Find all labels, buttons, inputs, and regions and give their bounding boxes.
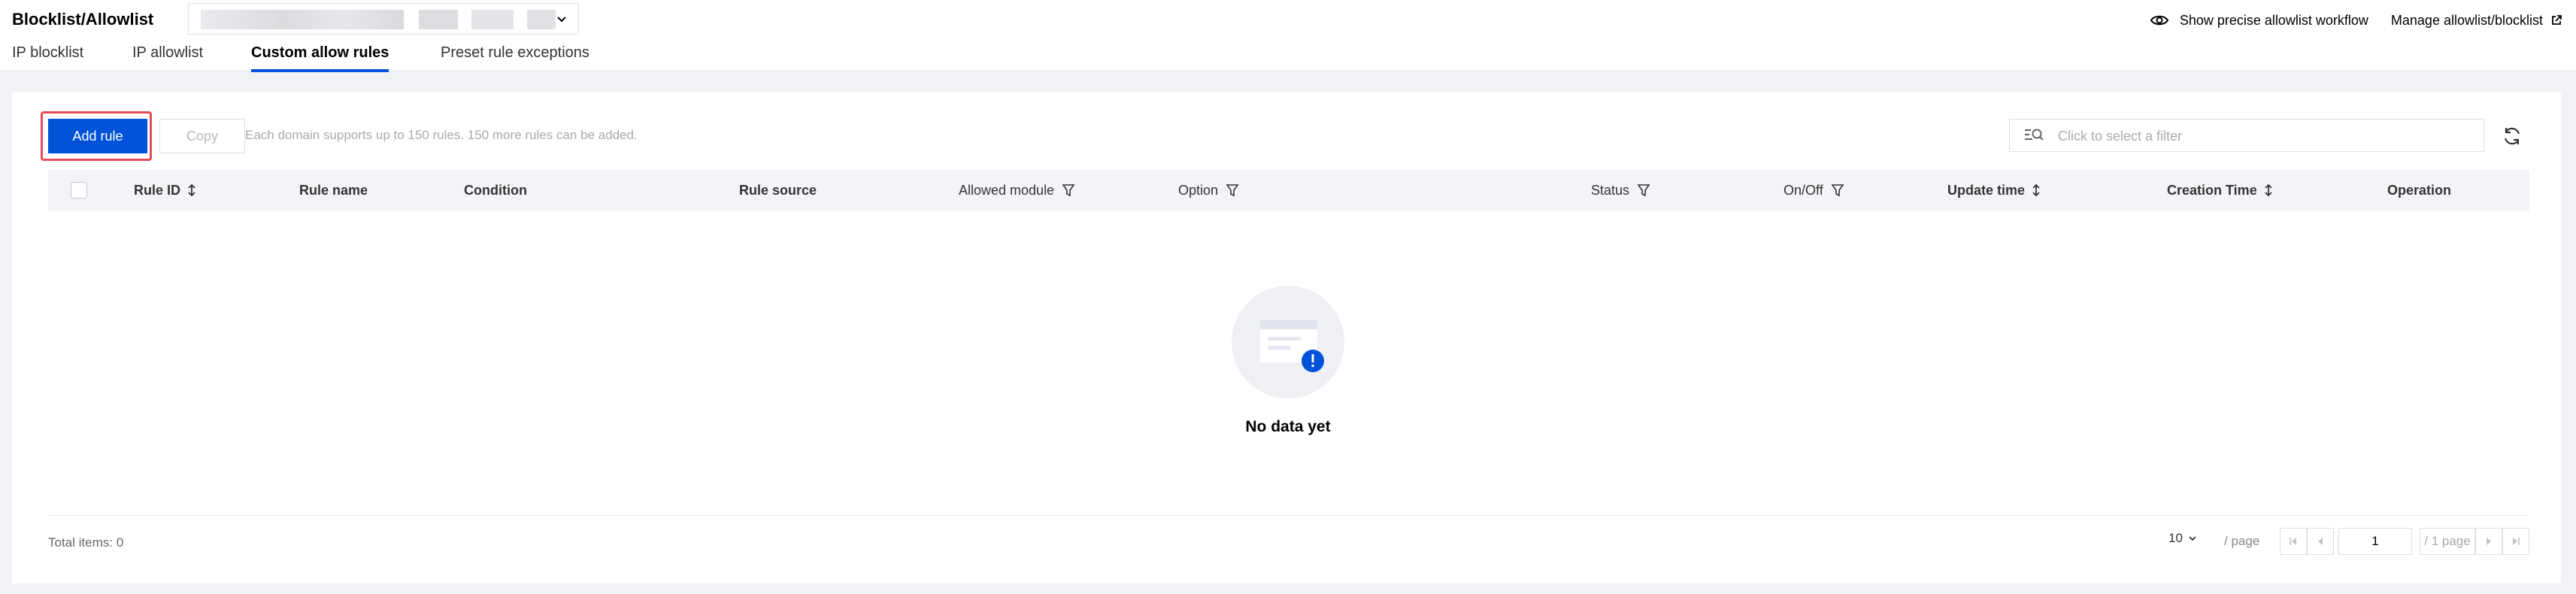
- chevron-down-icon: [2189, 536, 2196, 541]
- tab-custom-allow-rules[interactable]: Custom allow rules: [251, 42, 389, 72]
- manage-allowlist-label: Manage allowlist/blocklist: [2390, 12, 2543, 28]
- chevron-down-icon: [557, 17, 566, 23]
- rules-card: Add rule Copy Each domain supports up to…: [12, 92, 2561, 583]
- filter-icon: [1637, 184, 1650, 197]
- column-label: Operation: [2387, 182, 2452, 198]
- filter-icon: [1062, 184, 1075, 197]
- page-size-value: 10: [2168, 531, 2183, 545]
- table-divider: [48, 515, 2529, 516]
- empty-document-icon: [1260, 320, 1324, 372]
- column-label: Condition: [464, 182, 527, 198]
- last-page-button[interactable]: [2502, 528, 2529, 555]
- sort-icon: [2032, 183, 2040, 197]
- external-link-icon: [2552, 15, 2562, 25]
- column-allowed-module[interactable]: Allowed module: [959, 170, 1075, 211]
- filter-icon: [1831, 184, 1844, 197]
- domain-selector[interactable]: [188, 3, 579, 35]
- filter-search-icon: [2025, 129, 2044, 141]
- page-title: Blocklist/Allowlist: [12, 10, 154, 29]
- column-label: On/Off: [1784, 182, 1823, 198]
- prev-page-button[interactable]: [2307, 528, 2334, 555]
- table-header: Rule ID Rule name Condition Rule source …: [48, 170, 2529, 211]
- column-label: Option: [1178, 182, 1219, 198]
- first-page-button[interactable]: [2280, 528, 2307, 555]
- add-rule-button[interactable]: Add rule: [48, 119, 147, 153]
- first-page-icon: [2290, 538, 2296, 545]
- filter-icon: [1226, 184, 1239, 197]
- per-page-label: / page: [2224, 534, 2260, 548]
- copy-button[interactable]: Copy: [159, 119, 245, 153]
- domain-value-redacted: [419, 10, 458, 29]
- rule-limit-hint: Each domain supports up to 150 rules. 15…: [245, 128, 638, 142]
- tab-ip-blocklist[interactable]: IP blocklist: [12, 42, 83, 63]
- next-page-button[interactable]: [2475, 528, 2502, 555]
- column-operation: Operation: [2387, 170, 2451, 211]
- column-condition: Condition: [464, 170, 527, 211]
- total-items: Total items: 0: [48, 535, 124, 550]
- sort-icon: [188, 183, 195, 197]
- show-workflow-link[interactable]: Show precise allowlist workflow: [2150, 13, 2368, 29]
- column-label: Rule source: [739, 182, 817, 198]
- total-pages: / 1 page: [2420, 528, 2475, 555]
- tab-preset-rule-exceptions[interactable]: Preset rule exceptions: [441, 42, 589, 63]
- filter-search[interactable]: [2009, 119, 2484, 153]
- column-creation-time[interactable]: Creation Time: [2167, 170, 2272, 211]
- column-rule-name: Rule name: [299, 170, 368, 211]
- column-rule-source: Rule source: [739, 170, 817, 211]
- column-rule-id[interactable]: Rule ID: [134, 170, 195, 211]
- column-status[interactable]: Status: [1591, 170, 1650, 211]
- prev-page-icon: [2318, 538, 2323, 545]
- eye-icon: [2150, 15, 2168, 26]
- column-update-time[interactable]: Update time: [1947, 170, 2040, 211]
- last-page-icon: [2513, 538, 2520, 545]
- select-all-checkbox[interactable]: [71, 182, 87, 199]
- column-label: Update time: [1947, 182, 2026, 198]
- domain-value-redacted: [201, 10, 404, 29]
- header-actions: Show precise allowlist workflow Manage a…: [2127, 9, 2562, 32]
- column-label: Status: [1591, 182, 1630, 198]
- column-on-off[interactable]: On/Off: [1784, 170, 1844, 211]
- column-option[interactable]: Option: [1178, 170, 1239, 211]
- manage-allowlist-link[interactable]: Manage allowlist/blocklist: [2391, 13, 2562, 29]
- empty-state-text: No data yet: [1245, 418, 1331, 435]
- column-label: Rule name: [299, 182, 368, 198]
- column-label: Rule ID: [134, 182, 181, 198]
- empty-state-illustration: [1232, 286, 1344, 399]
- refresh-icon[interactable]: [2501, 125, 2523, 147]
- column-label: Allowed module: [959, 182, 1055, 198]
- filter-input[interactable]: [2056, 120, 2465, 153]
- column-label: Creation Time: [2167, 182, 2257, 198]
- domain-value-redacted: [471, 10, 514, 29]
- page-size-select[interactable]: 10: [2168, 531, 2198, 546]
- next-page-icon: [2487, 538, 2491, 545]
- domain-value-redacted: [527, 10, 556, 29]
- sort-icon: [2265, 183, 2272, 197]
- page-number-input[interactable]: [2338, 528, 2412, 555]
- tab-ip-allowlist[interactable]: IP allowlist: [132, 42, 203, 63]
- show-workflow-label: Show precise allowlist workflow: [2179, 12, 2368, 28]
- page-header: Blocklist/Allowlist IP blocklist IP allo…: [0, 0, 2576, 72]
